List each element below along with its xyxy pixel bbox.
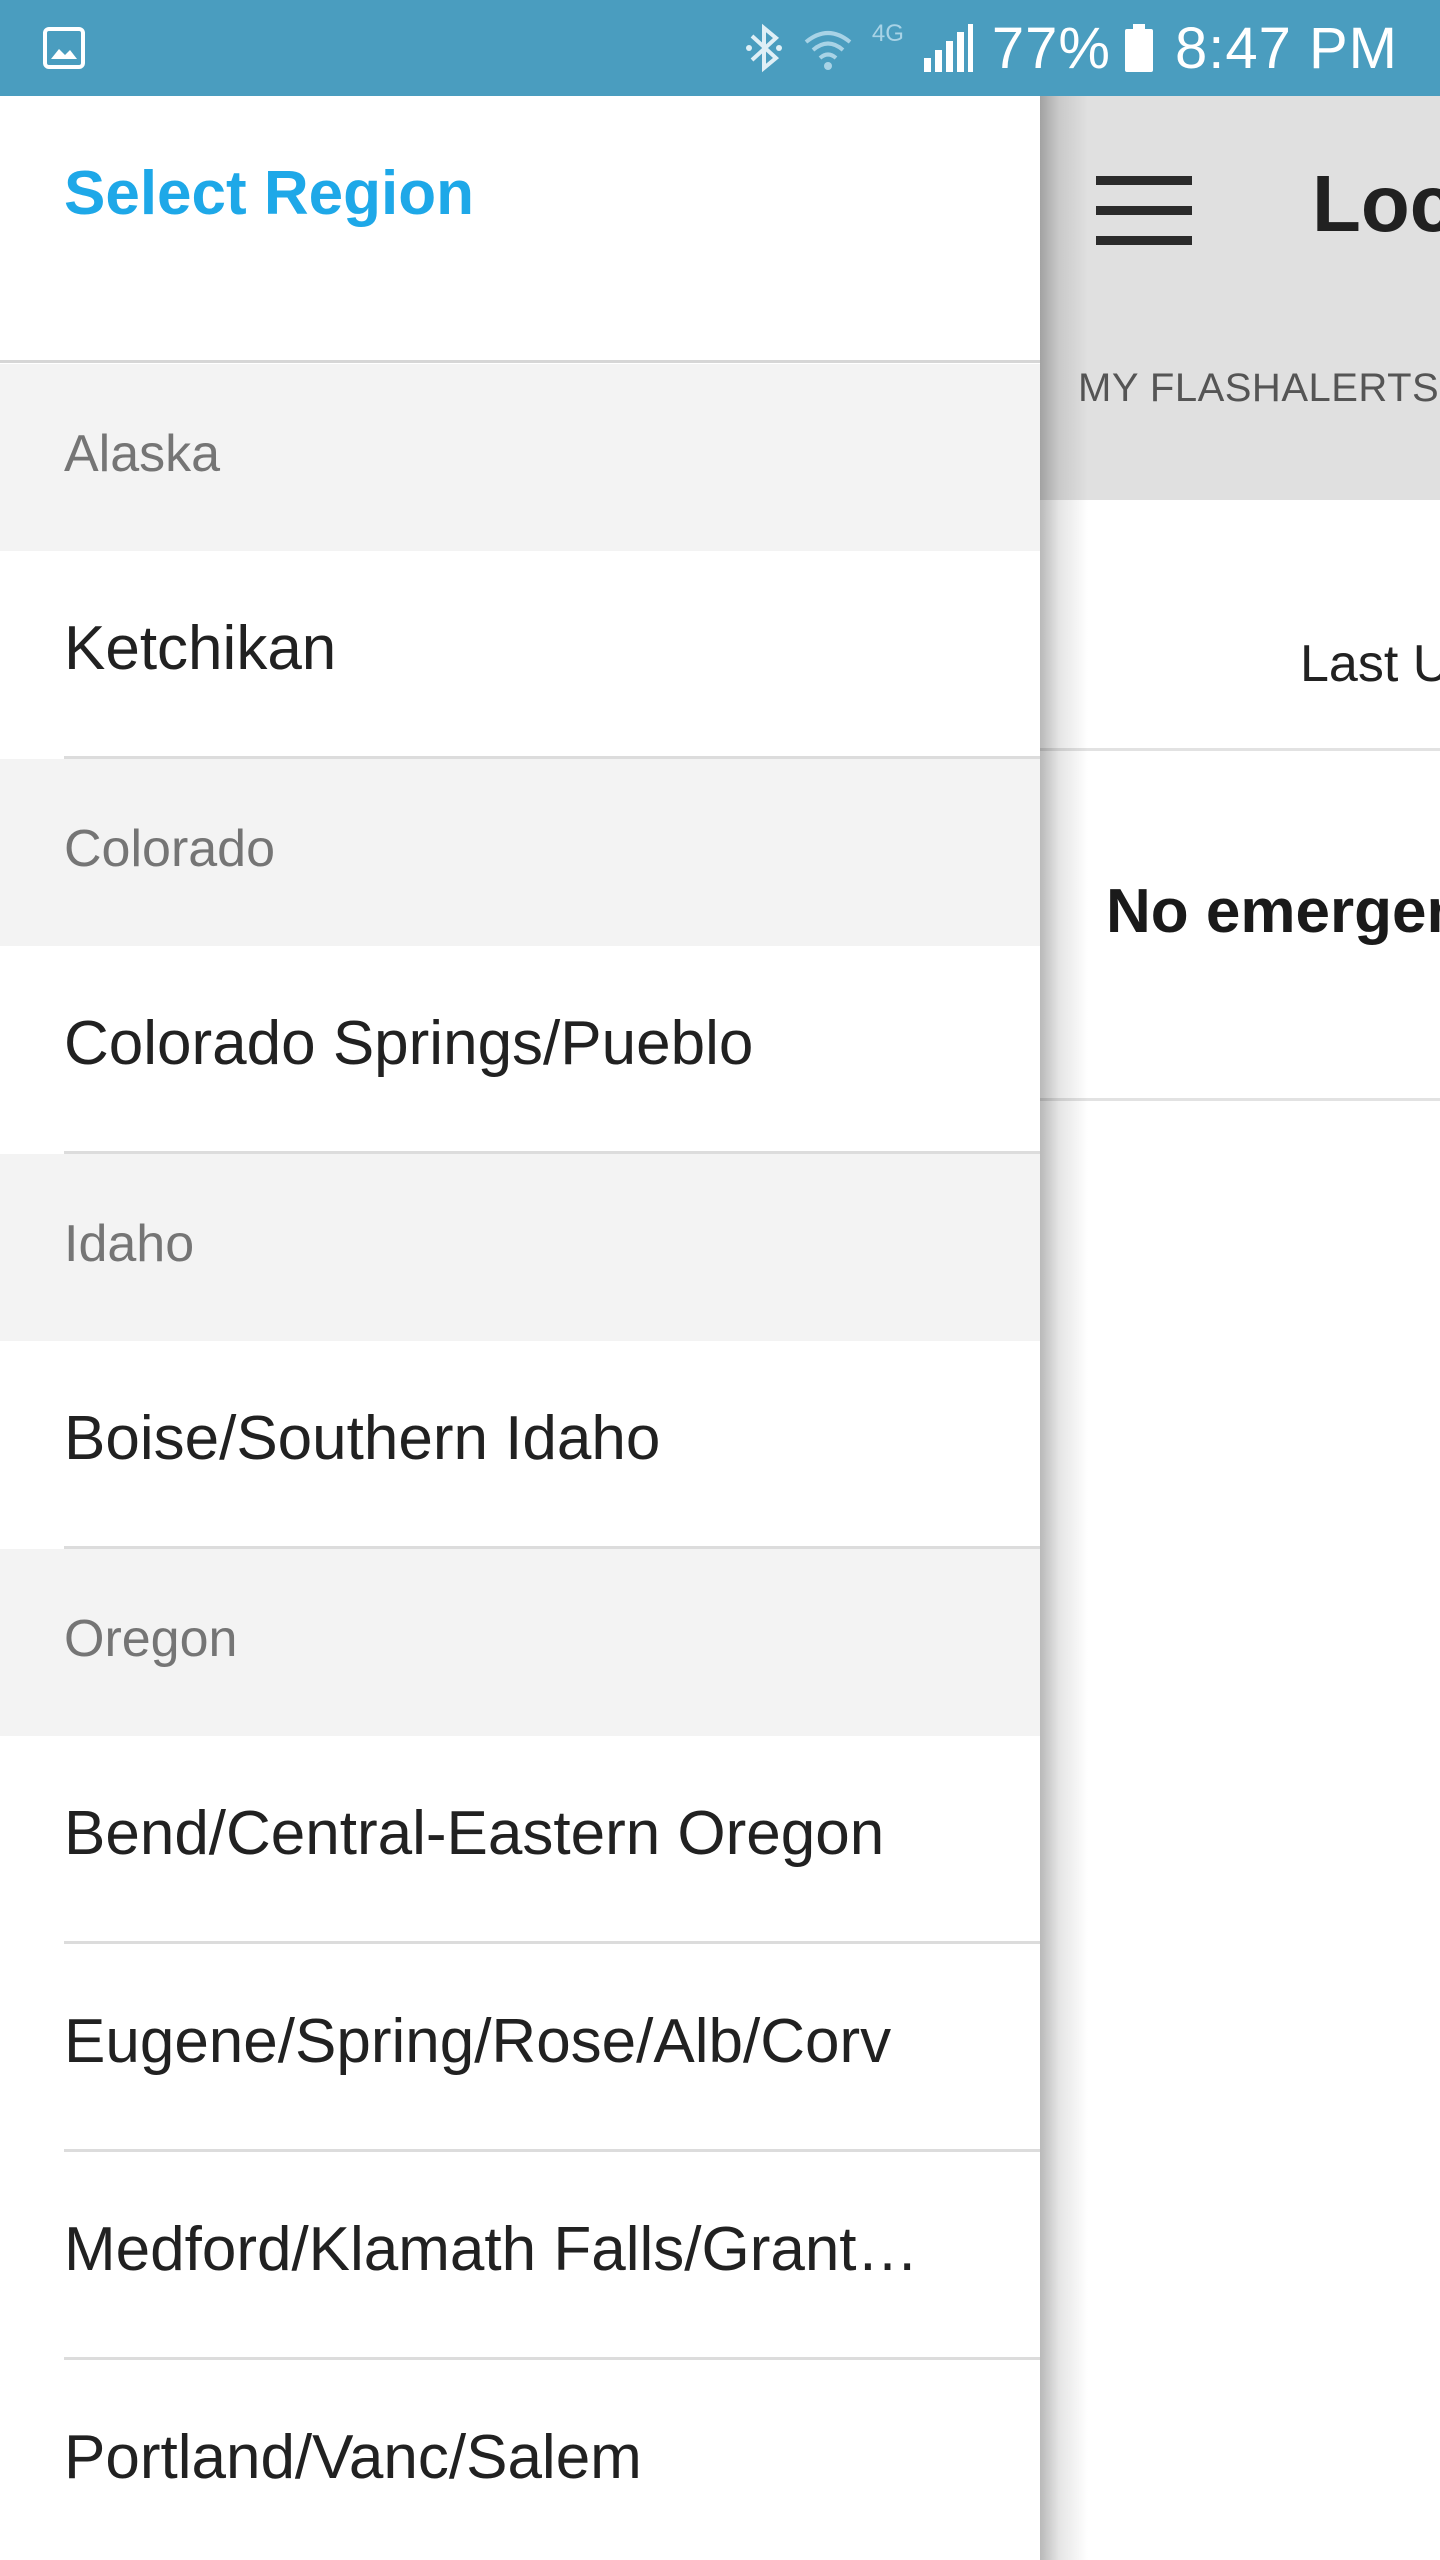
signal-icon: [923, 24, 973, 72]
region-item-label: Portland/Vanc/Salem: [64, 2423, 642, 2492]
region-item-eugene[interactable]: Eugene/Spring/Rose/Alb/Corv: [0, 1944, 1040, 2152]
app-bar: Loc MY FLASHALERTS: [1040, 96, 1440, 500]
last-updated-label: Last U: [1300, 635, 1440, 693]
region-list: Alaska Ketchikan Colorado Colorado Sprin…: [0, 364, 1040, 2560]
4g-lte-icon: 4G: [871, 20, 904, 47]
no-emergency-message: No emergen: [1106, 877, 1440, 946]
drawer-shadow: [1040, 96, 1088, 2560]
status-bar: 4G 77% 8:47 PM: [0, 0, 1440, 96]
section-header-colorado: Colorado: [0, 759, 1040, 946]
gallery-notification-icon: [43, 27, 85, 69]
menu-icon[interactable]: [1096, 176, 1192, 245]
region-item-colorado-springs[interactable]: Colorado Springs/Pueblo: [0, 946, 1040, 1154]
region-item-label: Bend/Central-Eastern Oregon: [64, 1799, 885, 1868]
main-screen: Loc MY FLASHALERTS Last U No emergen: [1040, 96, 1440, 2560]
wifi-icon: [804, 31, 852, 70]
region-item-label: Medford/Klamath Falls/Grant…: [64, 2215, 919, 2284]
bluetooth-icon: [745, 23, 782, 73]
region-item-medford[interactable]: Medford/Klamath Falls/Grant…: [0, 2152, 1040, 2360]
region-item-label: Eugene/Spring/Rose/Alb/Corv: [64, 2007, 892, 2076]
divider: [0, 360, 1040, 363]
section-header-idaho: Idaho: [0, 1154, 1040, 1341]
region-item-boise[interactable]: Boise/Southern Idaho: [0, 1341, 1040, 1549]
region-item-portland[interactable]: Portland/Vanc/Salem: [0, 2360, 1040, 2560]
divider: [1040, 748, 1440, 751]
status-icons: 4G 77% 8:47 PM: [744, 0, 1398, 96]
drawer-header: Select Region: [0, 96, 1040, 362]
battery-icon: [1125, 24, 1153, 72]
section-header-oregon: Oregon: [0, 1549, 1040, 1736]
section-header-label: Alaska: [64, 425, 221, 483]
section-header-alaska: Alaska: [0, 364, 1040, 551]
drawer-title: Select Region: [64, 159, 474, 228]
section-header-label: Idaho: [64, 1215, 195, 1273]
region-item-label: Boise/Southern Idaho: [64, 1404, 661, 1473]
region-item-bend[interactable]: Bend/Central-Eastern Oregon: [0, 1736, 1040, 1944]
region-drawer: Select Region Alaska Ketchikan Colorado …: [0, 96, 1040, 2560]
region-item-ketchikan[interactable]: Ketchikan: [0, 551, 1040, 759]
divider: [1040, 1098, 1440, 1101]
region-item-label: Ketchikan: [64, 614, 337, 683]
region-item-label: Colorado Springs/Pueblo: [64, 1009, 754, 1078]
clock: 8:47 PM: [1175, 15, 1398, 81]
page-title: Loc: [1312, 159, 1440, 248]
battery-percent: 77%: [991, 15, 1111, 81]
section-header-label: Oregon: [64, 1610, 238, 1668]
tab-my-flashalerts[interactable]: MY FLASHALERTS: [1078, 366, 1439, 411]
section-header-label: Colorado: [64, 820, 276, 878]
